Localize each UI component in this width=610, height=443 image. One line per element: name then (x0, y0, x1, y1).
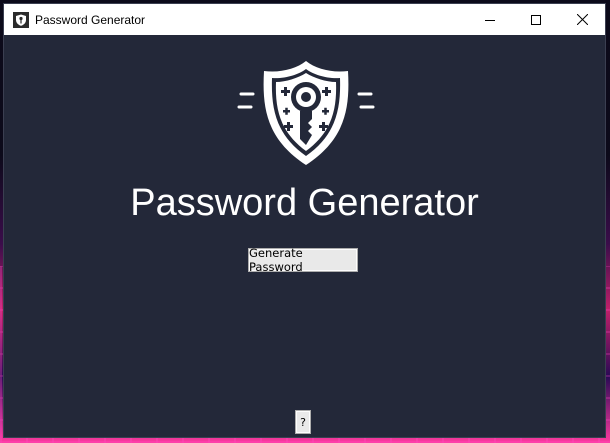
minimize-button[interactable] (467, 4, 513, 35)
app-content: Password Generator Generate Password ? (4, 35, 605, 437)
generate-password-button[interactable]: Generate Password (248, 246, 358, 274)
minimize-icon (485, 19, 495, 21)
page-title: Password Generator (130, 182, 479, 224)
close-button[interactable] (559, 4, 605, 35)
key-shield-app-icon (13, 11, 29, 28)
close-icon (576, 14, 588, 25)
window-controls (467, 4, 605, 35)
shield-key-icon (237, 61, 375, 165)
app-window: Password Generator Password Generator Ge… (4, 4, 605, 437)
maximize-button[interactable] (513, 4, 559, 35)
window-title: Password Generator (35, 12, 146, 27)
maximize-icon (531, 14, 541, 25)
title-bar[interactable]: Password Generator (4, 4, 605, 35)
help-button[interactable]: ? (295, 410, 311, 434)
